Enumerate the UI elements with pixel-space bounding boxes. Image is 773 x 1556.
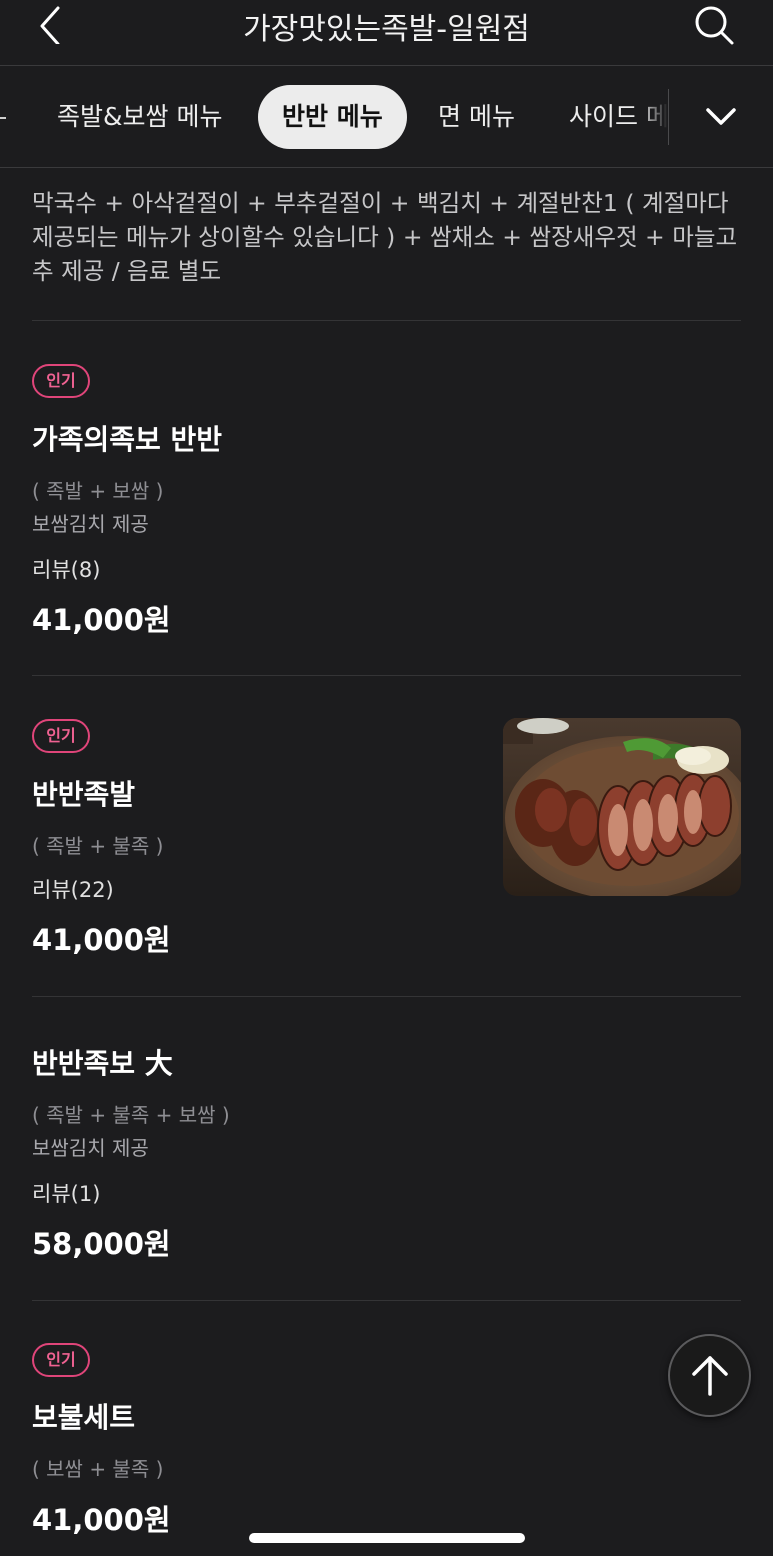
tab-noodle[interactable]: 면 메뉴 (438, 85, 515, 149)
divider (32, 1300, 741, 1301)
home-indicator[interactable] (249, 1533, 525, 1543)
search-icon[interactable] (690, 2, 738, 50)
app-header: 가장맛있는족발-일원점 (0, 0, 773, 66)
item-note: 보쌈김치 제공 (32, 1136, 149, 1160)
menu-description: 막국수 + 아삭겉절이 + 부추겉절이 + 백김치 + 계절반찬1 ( 계절마다… (32, 189, 738, 285)
popular-badge: 인기 (32, 719, 90, 753)
item-price: 41,000원 (32, 603, 171, 637)
popular-badge: 인기 (32, 1343, 90, 1377)
item-composition: ( 보쌈 + 불족 ) (32, 1457, 164, 1481)
tab-banban[interactable]: 반반 메뉴 (258, 85, 407, 149)
item-name: 반반족발 (32, 778, 136, 811)
divider (32, 320, 741, 321)
item-name: 반반족보 大 (32, 1047, 173, 1080)
item-name: 가족의족보 반반 (32, 423, 223, 456)
item-name: 보불세트 (32, 1401, 136, 1434)
food-image (503, 718, 741, 896)
item-price: 58,000원 (32, 1227, 171, 1261)
review-count: 리뷰(1) (32, 1182, 101, 1206)
divider (32, 675, 741, 676)
tab-divider (668, 89, 669, 145)
chevron-down-icon[interactable] (700, 97, 742, 137)
item-price: 41,000원 (32, 1503, 171, 1537)
item-price: 41,000원 (32, 923, 171, 957)
arrow-up-icon (692, 1356, 728, 1396)
tab-jokbal-bossam[interactable]: 족발&보쌈 메뉴 (57, 85, 222, 149)
page-title: 가장맛있는족발-일원점 (243, 12, 530, 47)
category-tabs: 족발&보쌈 메뉴 반반 메뉴 면 메뉴 사이드 메 (0, 67, 773, 168)
scroll-top-button[interactable] (668, 1334, 751, 1417)
tab-prev-fragment[interactable] (0, 85, 6, 149)
popular-badge: 인기 (32, 364, 90, 398)
item-composition: ( 족발 + 불족 + 보쌈 ) (32, 1103, 230, 1127)
divider (32, 996, 741, 997)
item-note: 보쌈김치 제공 (32, 512, 149, 536)
item-composition: ( 족발 + 불족 ) (32, 834, 164, 858)
review-count: 리뷰(22) (32, 878, 114, 902)
tab-fade (640, 67, 668, 167)
review-count: 리뷰(8) (32, 558, 101, 582)
item-composition: ( 족발 + 보쌈 ) (32, 479, 164, 503)
